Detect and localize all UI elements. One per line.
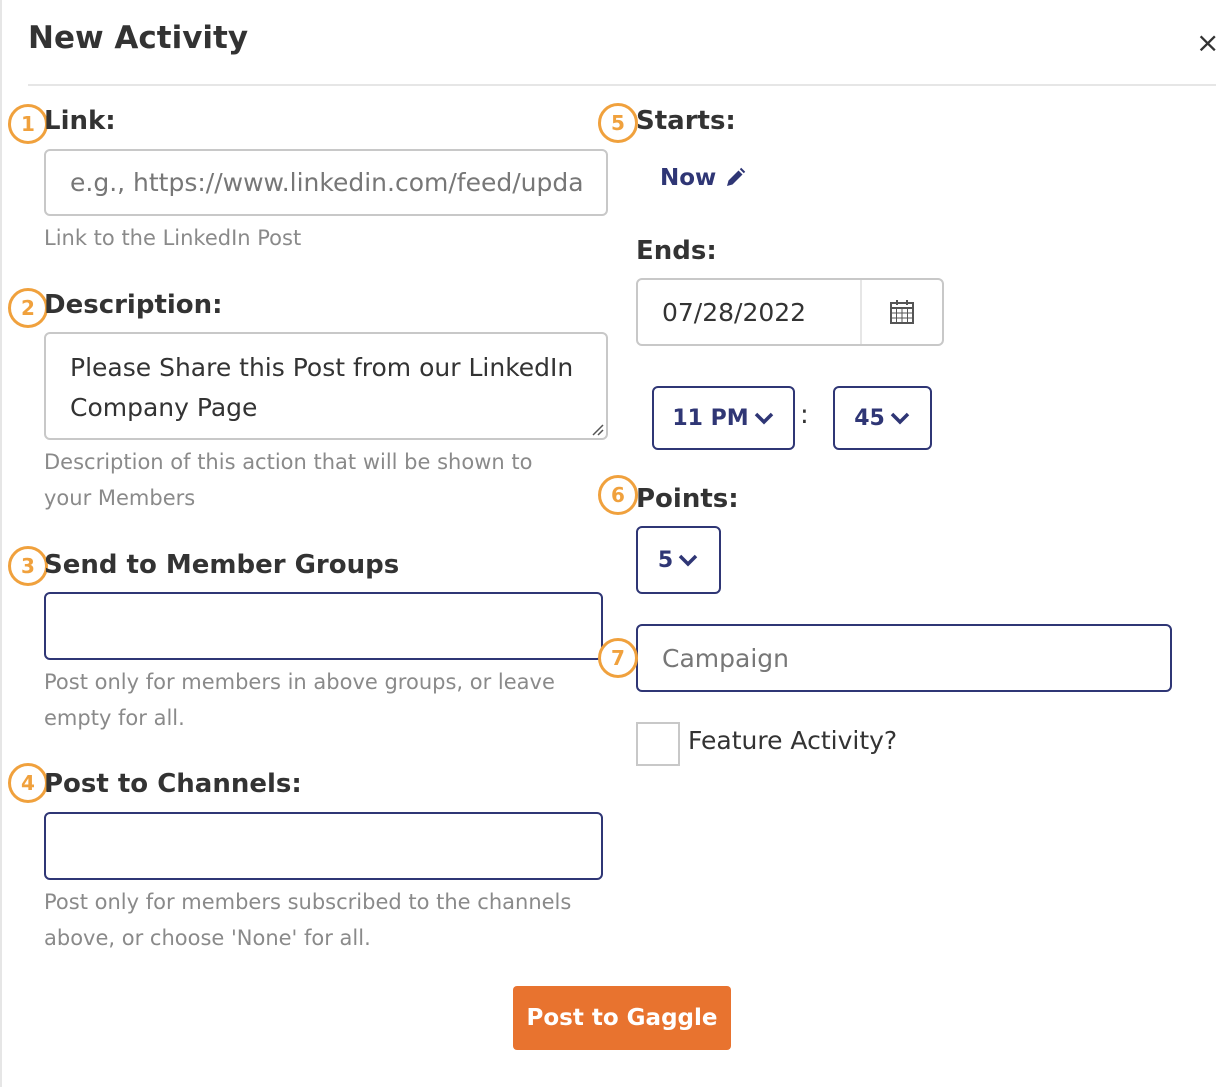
link-help-text: Link to the LinkedIn Post [44, 226, 302, 250]
feature-activity-checkbox[interactable] [636, 722, 680, 766]
pencil-icon [727, 167, 746, 186]
post-to-gaggle-button[interactable]: Post to Gaggle [513, 986, 731, 1050]
link-label: Link: [44, 106, 116, 136]
starts-now-link[interactable]: Now [660, 165, 746, 191]
modal-title: New Activity [28, 20, 249, 56]
starts-value: Now [660, 165, 717, 191]
header-divider [28, 84, 1216, 86]
step-badge-2: 2 [8, 288, 48, 328]
hour-select[interactable]: 11 PM [652, 386, 795, 450]
close-icon[interactable]: × [1196, 28, 1219, 58]
step-badge-3: 3 [8, 546, 48, 586]
points-label: Points: [636, 484, 739, 514]
starts-label: Starts: [636, 106, 736, 136]
modal-dialog: New Activity × 1 Link: Link to the Linke… [0, 0, 1219, 1087]
points-value: 5 [657, 547, 674, 573]
time-separator: : [800, 400, 809, 430]
calendar-button[interactable] [860, 280, 942, 344]
points-select[interactable]: 5 [636, 526, 721, 594]
campaign-input[interactable] [636, 624, 1172, 692]
description-textarea[interactable]: Please Share this Post from our LinkedIn… [44, 332, 608, 440]
minute-value: 45 [854, 405, 885, 431]
channels-help-line1: Post only for members subscribed to the … [44, 890, 572, 914]
minute-select[interactable]: 45 [833, 386, 932, 450]
member-groups-label: Send to Member Groups [44, 550, 400, 580]
step-badge-7: 7 [598, 638, 638, 678]
step-badge-6: 6 [598, 475, 638, 515]
member-groups-help-line2: empty for all. [44, 706, 185, 730]
channels-help-line2: above, or choose 'None' for all. [44, 926, 371, 950]
resize-grip-icon[interactable] [590, 422, 604, 436]
step-badge-1: 1 [8, 104, 48, 144]
member-groups-help-line1: Post only for members in above groups, o… [44, 670, 555, 694]
member-groups-input[interactable] [44, 592, 603, 660]
ends-date-input[interactable]: 07/28/2022 [638, 280, 860, 344]
chevron-down-icon [754, 412, 773, 425]
ends-date-picker: 07/28/2022 [636, 278, 944, 346]
description-help-line2: your Members [44, 486, 196, 510]
chevron-down-icon [678, 554, 698, 567]
calendar-icon [890, 300, 914, 324]
step-badge-5: 5 [598, 103, 638, 143]
description-label: Description: [44, 290, 223, 320]
description-help-line1: Description of this action that will be … [44, 450, 533, 474]
chevron-down-icon [890, 412, 910, 425]
channels-input[interactable] [44, 812, 603, 880]
hour-value: 11 PM [672, 405, 749, 431]
ends-label: Ends: [636, 236, 717, 266]
feature-activity-label[interactable]: Feature Activity? [688, 726, 897, 755]
step-badge-4: 4 [8, 763, 48, 803]
link-input[interactable] [44, 149, 608, 216]
channels-label: Post to Channels: [44, 769, 302, 799]
